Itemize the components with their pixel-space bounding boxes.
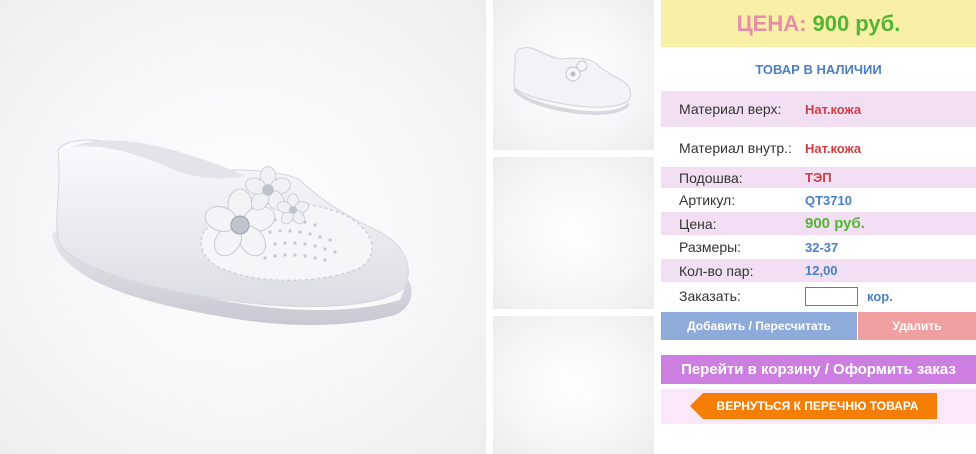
spec-row-upper-material: Материал верх: Нат.кожа <box>661 91 976 127</box>
spec-label: Материал верх: <box>679 101 782 117</box>
thumbnail-2[interactable] <box>493 157 654 309</box>
spec-label: Цена: <box>679 215 717 232</box>
thumbnail-3[interactable] <box>493 316 654 454</box>
spec-label: Кол-во пар: <box>679 262 754 279</box>
order-quantity-input[interactable] <box>805 286 858 306</box>
spec-row-price: Цена: 900 руб. <box>661 212 976 235</box>
spec-row-sole: Подошва: ТЭП <box>661 167 976 188</box>
spec-row-article: Артикул: QT3710 <box>661 189 976 211</box>
order-unit: кор. <box>867 288 893 304</box>
shoe-illustration <box>52 139 412 326</box>
go-to-cart-button[interactable]: Перейти в корзину / Оформить заказ <box>661 355 976 384</box>
thumbnail-1[interactable] <box>493 0 654 150</box>
add-recalculate-button[interactable]: Добавить / Пересчитать <box>661 312 857 340</box>
spec-label: Размеры: <box>679 239 742 255</box>
spec-row-sizes: Размеры: 32-37 <box>661 236 976 258</box>
spec-label: Артикул: <box>679 192 736 208</box>
spec-label: Материал внутр.: <box>679 140 792 156</box>
price-banner-label: ЦЕНА: <box>736 10 807 36</box>
back-to-list-label: ВЕРНУТЬСЯ К ПЕРЕЧНЮ ТОВАРА <box>716 399 919 413</box>
spec-row-pairs: Кол-во пар: 12,00 <box>661 259 976 282</box>
spec-value: QT3710 <box>805 192 852 208</box>
shoe-thumbnail-illustration <box>513 47 632 115</box>
price-banner-value: 900 руб. <box>812 10 901 36</box>
spec-value: 900 руб. <box>805 215 865 232</box>
availability-status: ТОВАР В НАЛИЧИИ <box>755 62 882 77</box>
order-row: Заказать: кор. <box>661 284 976 308</box>
spec-value: 12,00 <box>805 263 838 278</box>
order-label: Заказать: <box>679 288 741 304</box>
spec-row-inner-material: Материал внутр.: Нат.кожа <box>661 131 976 165</box>
delete-button[interactable]: Удалить <box>858 312 976 340</box>
spec-value: 32-37 <box>805 239 839 255</box>
spec-value: Нат.кожа <box>805 140 862 156</box>
back-button-container: ВЕРНУТЬСЯ К ПЕРЕЧНЮ ТОВАРА <box>661 389 976 424</box>
product-page: ЦЕНА: 900 руб. ТОВАР В НАЛИЧИИ Материал … <box>0 0 976 454</box>
spec-value: Нат.кожа <box>805 101 862 117</box>
back-to-list-button[interactable]: ВЕРНУТЬСЯ К ПЕРЕЧНЮ ТОВАРА <box>690 393 937 419</box>
spec-value: ТЭП <box>805 170 832 185</box>
spec-label: Подошва: <box>679 169 743 186</box>
main-product-image[interactable] <box>0 0 486 454</box>
price-banner: ЦЕНА: 900 руб. <box>661 0 976 47</box>
